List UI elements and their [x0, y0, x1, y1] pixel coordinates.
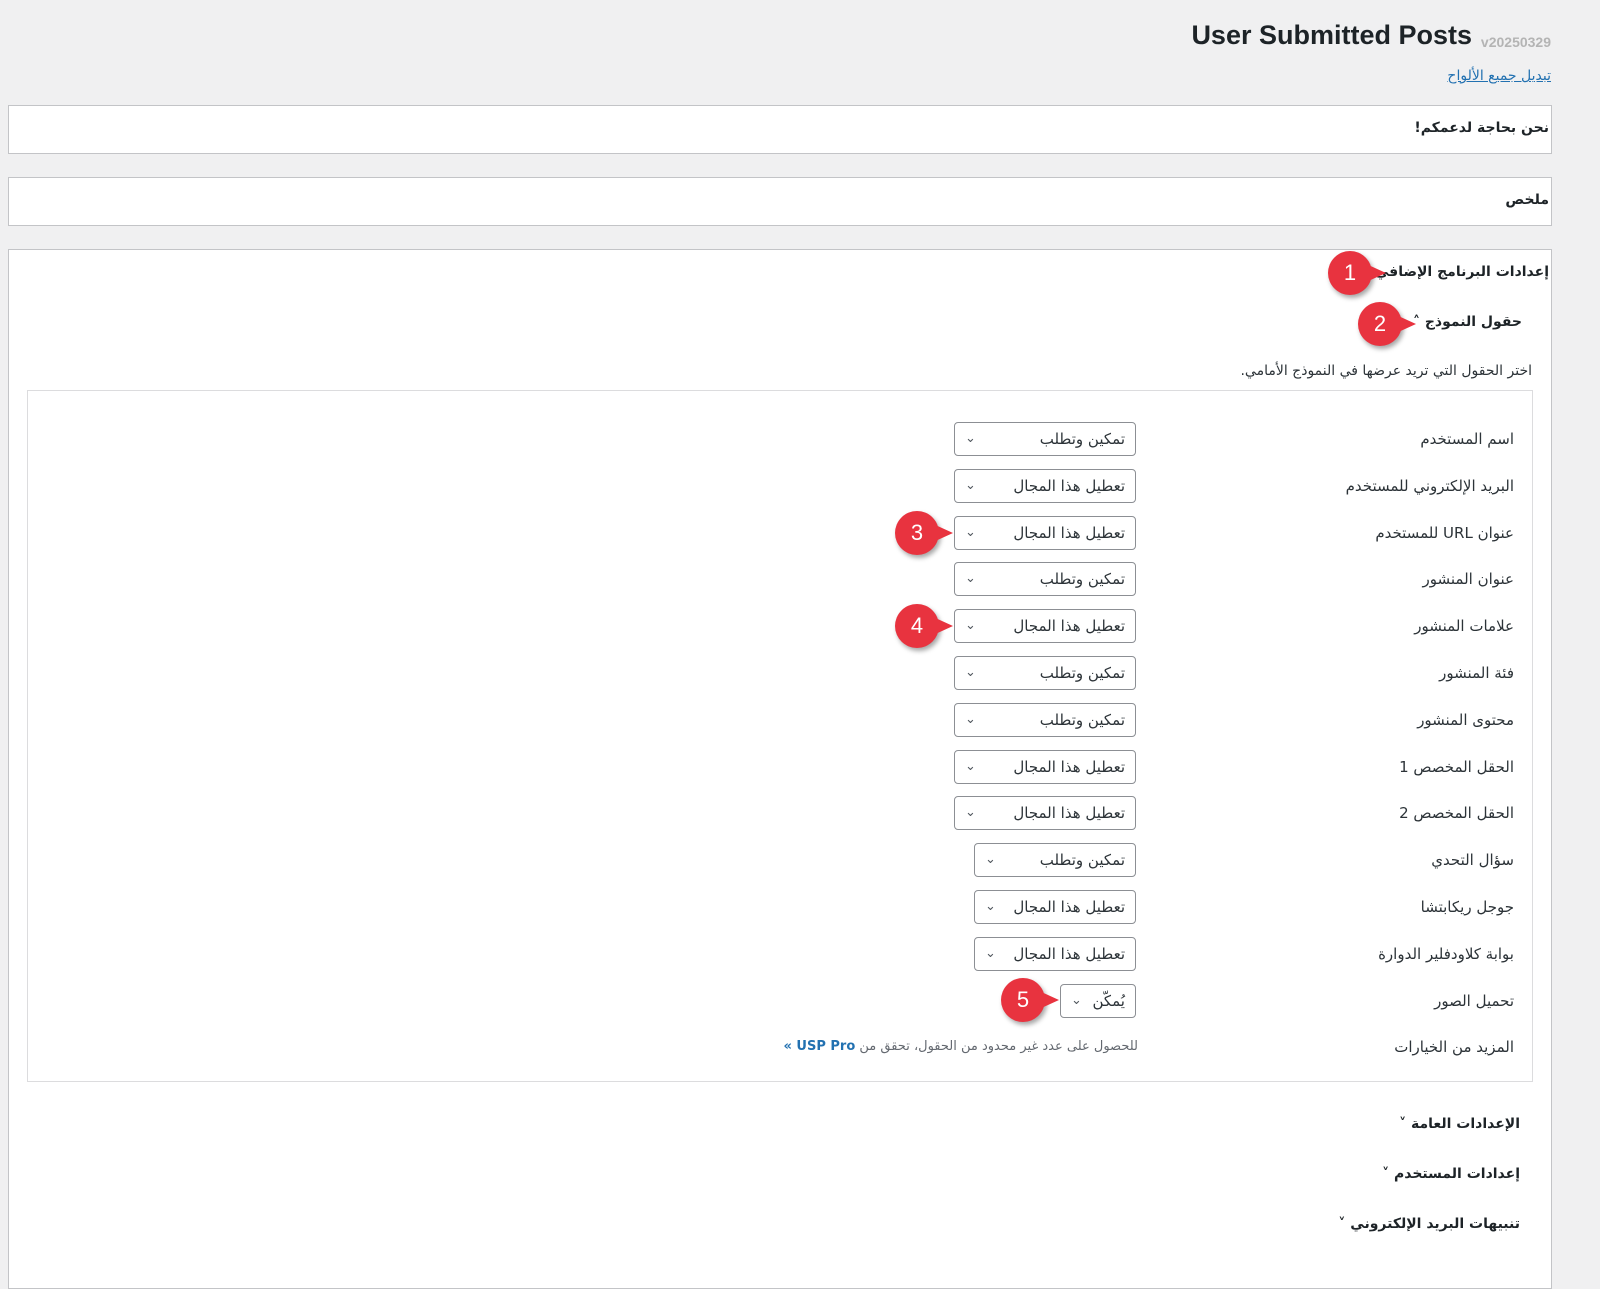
chevron-down-icon: ⌄	[965, 571, 976, 587]
field-select-value: تعطيل هذا المجال	[1013, 523, 1125, 542]
support-panel-header[interactable]: نحن بحاجة لدعمكم!	[1414, 120, 1549, 136]
field-select[interactable]: تعطيل هذا المجال ⌄	[974, 890, 1136, 924]
field-select-value: تمكين وتطلب	[1039, 570, 1125, 589]
toggle-all-panels-link[interactable]: تبديل جميع الألواح	[1447, 68, 1551, 84]
field-select[interactable]: تعطيل هذا المجال ⌄	[954, 796, 1136, 831]
chevron-down-icon: ⌄	[985, 899, 996, 914]
field-select[interactable]: تمكين وتطلب ⌄	[954, 562, 1136, 597]
field-select-value: تعطيل هذا المجال	[1013, 898, 1125, 916]
more-options-desc: للحصول على عدد غير محدود من الحقول، تحقق…	[859, 1039, 1138, 1054]
callout-badge-5: 5	[1001, 978, 1059, 1022]
chevron-down-icon: ⌄	[965, 805, 976, 821]
section-label: تنبيهات البريد الإلكتروني	[1350, 1216, 1520, 1232]
field-label: اسم المستخدم	[1420, 430, 1514, 448]
field-label: عنوان المنشور	[1422, 570, 1515, 589]
chevron-down-icon: ⌄	[985, 852, 996, 868]
field-label: علامات المنشور	[1414, 617, 1514, 636]
field-select-value: تمكين وتطلب	[1039, 851, 1125, 870]
field-select[interactable]: تمكين وتطلب ⌄	[954, 702, 1136, 737]
field-select[interactable]: يُمكّن ⌄	[1060, 983, 1136, 1018]
field-select[interactable]: تمكين وتطلب ⌄	[954, 656, 1136, 690]
field-label: محتوى المنشور	[1417, 710, 1514, 729]
chevron-down-icon: ⌄	[965, 477, 976, 493]
chevron-down-icon: ⌄	[965, 665, 976, 680]
field-select[interactable]: تعطيل هذا المجال ⌄	[954, 749, 1136, 784]
summary-panel-header[interactable]: ملخص	[1505, 192, 1549, 208]
callout-badge-3: 3	[895, 511, 953, 555]
field-label: بوابة كلاودفلير الدوارة	[1378, 944, 1514, 963]
field-label: الحقل المخصص 1	[1399, 757, 1514, 776]
field-label: البريد الإلكتروني للمستخدم	[1345, 476, 1514, 495]
chevron-down-icon: ⌄	[1071, 992, 1082, 1008]
field-select-value: تعطيل هذا المجال	[1013, 757, 1125, 776]
section-email-alerts[interactable]: تنبيهات البريد الإلكتروني ˅	[1338, 1216, 1520, 1232]
field-select[interactable]: تعطيل هذا المجال ⌄	[954, 515, 1136, 550]
page-title: User Submitted Posts	[1191, 20, 1472, 50]
chevron-down-icon: ˅	[1399, 1116, 1412, 1132]
usp-pro-link[interactable]: USP Pro »	[783, 1039, 855, 1054]
section-general-settings[interactable]: الإعدادات العامة ˅	[1399, 1116, 1520, 1132]
field-label: سؤال التحدي	[1431, 851, 1514, 870]
field-select-value: تعطيل هذا المجال	[1013, 476, 1125, 495]
field-label: فئة المنشور	[1439, 664, 1514, 682]
plugin-settings-header[interactable]: إعدادات البرنامج الإضافي	[1375, 264, 1549, 280]
field-select[interactable]: تمكين وتطلب ⌄	[954, 422, 1136, 456]
field-select-value: تمكين وتطلب	[1039, 664, 1125, 682]
callout-badge-4: 4	[895, 604, 953, 648]
field-select-value: يُمكّن	[1092, 991, 1125, 1010]
form-fields-table	[27, 390, 1533, 1082]
field-label: تحميل الصور	[1434, 991, 1514, 1010]
field-select-value: تمكين وتطلب	[1039, 710, 1125, 729]
field-select-value: تعطيل هذا المجال	[1013, 617, 1125, 636]
chevron-down-icon: ⌄	[965, 431, 976, 446]
field-select-value: تعطيل هذا المجال	[1013, 804, 1125, 823]
field-select[interactable]: تمكين وتطلب ⌄	[974, 843, 1136, 878]
form-fields-toggle[interactable]: حقول النموذج ˄	[1413, 314, 1522, 330]
section-label: إعدادات المستخدم	[1393, 1166, 1520, 1182]
callout-badge-1: 1	[1328, 251, 1386, 295]
field-select-value: تمكين وتطلب	[1039, 430, 1125, 448]
chevron-down-icon: ⌄	[965, 758, 976, 774]
chevron-down-icon: ⌄	[965, 524, 976, 540]
form-fields-description: اختر الحقول التي تريد عرضها في النموذج ا…	[1240, 363, 1532, 379]
more-options-text: للحصول على عدد غير محدود من الحقول، تحقق…	[783, 1039, 1138, 1054]
chevron-down-icon: ˅	[1338, 1216, 1351, 1232]
summary-panel: ملخص	[8, 177, 1552, 226]
section-label: الإعدادات العامة	[1411, 1116, 1520, 1132]
form-fields-heading: حقول النموذج	[1424, 314, 1522, 330]
callout-badge-2: 2	[1358, 302, 1416, 346]
field-label: الحقل المخصص 2	[1399, 804, 1514, 823]
field-select[interactable]: تعطيل هذا المجال ⌄	[954, 609, 1136, 644]
field-label: جوجل ريكابتشا	[1420, 898, 1514, 916]
chevron-down-icon: ⌄	[965, 711, 976, 727]
chevron-down-icon: ˅	[1382, 1166, 1394, 1182]
version-label: v20250329	[1480, 34, 1551, 50]
more-options-label: المزيد من الخيارات	[1394, 1038, 1514, 1056]
chevron-down-icon: ⌄	[965, 618, 976, 634]
field-select-value: تعطيل هذا المجال	[1013, 944, 1125, 963]
support-panel: نحن بحاجة لدعمكم!	[8, 105, 1552, 154]
field-select[interactable]: تعطيل هذا المجال ⌄	[954, 468, 1136, 503]
field-label: عنوان URL للمستخدم	[1375, 523, 1514, 542]
field-select[interactable]: تعطيل هذا المجال ⌄	[974, 936, 1136, 971]
chevron-down-icon: ⌄	[985, 945, 996, 961]
section-user-settings[interactable]: إعدادات المستخدم ˅	[1382, 1166, 1520, 1182]
